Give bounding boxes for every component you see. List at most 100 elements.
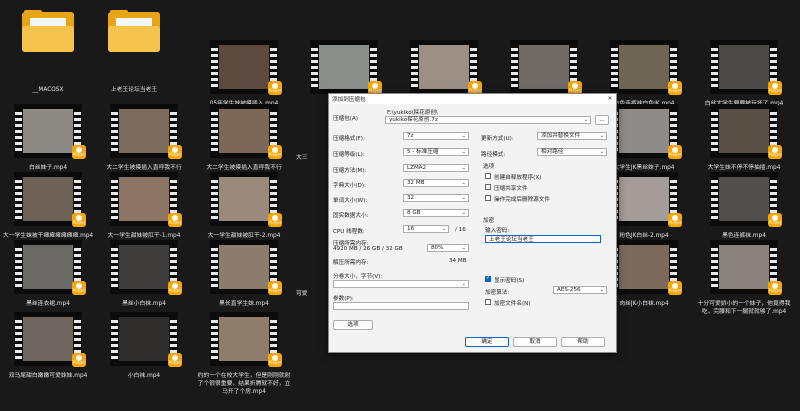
chevron-down-icon: ⌄ — [583, 117, 588, 123]
video-file[interactable]: Player 黑长直学生妹.mp4 — [196, 240, 292, 308]
video-file[interactable]: Player — [496, 40, 592, 95]
enc-method-select[interactable]: AES-256 ⌄ — [553, 286, 607, 294]
file-label: 大一学生妹被干瘫瘫瘫瘫瘫瘫.mp4 — [2, 233, 94, 239]
options-button[interactable]: 选项 — [333, 320, 373, 330]
params-input[interactable] — [333, 302, 469, 310]
decomp-value: 34 MB — [449, 258, 467, 264]
player-icon: Player — [72, 213, 86, 227]
method-value: LZMA2 — [407, 165, 427, 171]
path-label: 路径模式: — [481, 152, 506, 158]
video-file[interactable]: 可爱 — [296, 240, 326, 298]
video-file[interactable]: Player 大一学生甜妹被肛干-1.mp4 — [96, 172, 192, 240]
folder-icon — [22, 10, 74, 52]
file-label: __MACOSX — [32, 87, 64, 93]
video-file[interactable]: Player 大二学生被摸插入直呼我不行了-1.mp4 — [96, 104, 192, 180]
video-file[interactable]: Player 白丝大学生要要被玩坏了.mp4 — [696, 40, 792, 108]
mem-select[interactable]: 80% ⌄ — [427, 244, 469, 252]
video-file[interactable]: Player 双马尾甜白嫩嫩可爱妹妹.mp4 — [0, 312, 96, 380]
update-value: 添加并替换文件 — [541, 133, 581, 139]
file-label: 大学生妹不停不停抽插.mp4 — [707, 165, 781, 171]
word-select[interactable]: 32 ⌄ — [403, 194, 469, 202]
solid-select[interactable]: 8 GB ⌄ — [403, 209, 469, 217]
params-label: 参数(P): — [333, 296, 354, 302]
chevron-down-icon: ⌄ — [441, 226, 446, 232]
video-file[interactable]: Player 十分可爱娇小的一个妹子，他竟得我吃，完腰和下一腿就就够了.mp4 — [696, 240, 792, 316]
browse-button[interactable]: ... — [595, 115, 609, 125]
video-file[interactable]: Player 黑丝小白袜.mp4 — [96, 240, 192, 308]
file-label: 大一学生甜妹被肛干-1.mp4 — [107, 233, 181, 239]
password-input[interactable]: 上老王论坛当老王 — [485, 235, 601, 243]
dialog-titlebar: 添加到压缩包 ✕ — [329, 94, 616, 104]
shared-checkbox[interactable] — [485, 184, 491, 190]
player-icon: Player — [72, 353, 86, 367]
video-thumbnail: Player — [210, 312, 282, 367]
video-file[interactable]: Player 大二学生被摸插入直呼我不行了-2.mp4 — [196, 104, 292, 180]
video-thumbnail: Player — [510, 40, 582, 95]
folder-icon — [108, 10, 160, 52]
video-file[interactable]: Player 05年学生妹被摸插入.mp4 — [196, 40, 292, 108]
video-thumbnail: Player — [710, 40, 782, 95]
file-label: 十分可爱娇小的一个妹子，他竟得我吃，完腰和下一腿就就够了.mp4 — [697, 301, 791, 315]
video-thumbnail: Player — [310, 40, 382, 95]
encrypt-names-label: 加密文件名(N) — [494, 301, 531, 307]
chevron-down-icon: ⌄ — [599, 287, 604, 293]
encrypt-names-checkbox[interactable] — [485, 299, 491, 305]
video-file[interactable]: Player 黑丝连衣裙.mp4 — [0, 240, 96, 308]
video-file[interactable]: Player 大一学生妹被干瘫瘫瘫瘫瘫瘫.mp4 — [0, 172, 96, 240]
video-file[interactable]: Player — [396, 40, 492, 95]
cancel-button[interactable]: 取消 — [513, 337, 557, 347]
word-label: 单词大小(W): — [333, 198, 368, 204]
dict-select[interactable]: 32 MB ⌄ — [403, 179, 469, 187]
split-select[interactable]: ⌄ — [333, 280, 469, 288]
video-file[interactable]: Player 白丝妹子.mp4 — [0, 104, 96, 172]
sfx-checkbox[interactable] — [485, 173, 491, 179]
method-label: 压缩方法(M): — [333, 168, 367, 174]
file-label: 双马尾甜白嫩嫩可爱妹妹.mp4 — [8, 373, 88, 379]
archive-label: 压缩包(A) — [333, 116, 358, 122]
add-to-archive-dialog: 添加到压缩包 ✕ 压缩包(A) F:\yukiko\探花原创\ yukiko探花… — [328, 93, 617, 353]
player-icon: Player — [168, 281, 182, 295]
video-file[interactable]: Player — [296, 40, 392, 95]
folder-item[interactable]: __MACOSX — [0, 10, 96, 94]
video-file[interactable]: Player 黑色连裤袜.mp4 — [696, 172, 792, 240]
video-thumbnail: Player — [610, 40, 682, 95]
player-icon: Player — [168, 213, 182, 227]
path-select[interactable]: 相对路径 ⌄ — [537, 148, 607, 156]
file-label: 上老王论坛当老王 — [110, 87, 158, 93]
ok-button[interactable]: 确定 — [465, 337, 509, 347]
mem-value: 4920 MB / 26 GB / 32 GB — [333, 246, 403, 252]
close-icon[interactable]: ✕ — [604, 96, 616, 102]
video-thumbnail: Player — [210, 40, 282, 95]
sfx-label: 创建自释放程序(X) — [494, 175, 542, 181]
player-icon: Player — [72, 281, 86, 295]
file-label: 大一学生甜妹被肛干-2.mp4 — [207, 233, 281, 239]
video-file[interactable]: Player 大一学生甜妹被肛干-2.mp4 — [196, 172, 292, 240]
video-file[interactable]: 大三 — [296, 104, 326, 162]
player-icon: Player — [72, 145, 86, 159]
archive-name-combo[interactable]: yukiko探花原创.7z ⌄ — [385, 116, 591, 124]
delete-checkbox[interactable] — [485, 195, 491, 201]
update-select[interactable]: 添加并替换文件 ⌄ — [537, 132, 607, 140]
show-password-label: 显示密码(S) — [494, 278, 525, 284]
video-thumbnail: Player — [110, 312, 182, 367]
level-select[interactable]: 5 - 标准压缩 ⌄ — [403, 148, 469, 156]
player-icon: Player — [668, 81, 682, 95]
method-select[interactable]: LZMA2 ⌄ — [403, 164, 469, 172]
video-file[interactable]: Player 小白袜.mp4 — [96, 312, 192, 380]
chevron-down-icon: ⌄ — [461, 245, 466, 251]
password-label: 输入密码: — [485, 228, 510, 234]
show-password-checkbox[interactable] — [485, 275, 491, 282]
cpu-select[interactable]: 16 ⌄ — [403, 225, 449, 233]
player-icon: Player — [768, 213, 782, 227]
video-file[interactable]: Player 大学生妹不停不停抽插.mp4 — [696, 104, 792, 172]
folder-item[interactable]: 上老王论坛当老王 — [86, 10, 182, 94]
help-button[interactable]: 帮助 — [561, 337, 605, 347]
video-file[interactable]: Player 约的一个在校大学生，但是刚刚就射了个很很重要，结果折腾就不好，立马… — [196, 312, 292, 396]
file-label: 黑色连裤袜.mp4 — [722, 233, 766, 239]
file-label: 黑丝小白袜.mp4 — [122, 301, 166, 307]
format-select[interactable]: 7z ⌄ — [403, 132, 469, 140]
chevron-down-icon: ⌄ — [599, 133, 604, 139]
enc-method-value: AES-256 — [557, 287, 581, 293]
file-label: 约的一个在校大学生，但是刚刚就射了个很很重要，结果折腾就不好，立马开了个房.mp… — [197, 373, 291, 395]
level-label: 压缩等级(L): — [333, 152, 365, 158]
